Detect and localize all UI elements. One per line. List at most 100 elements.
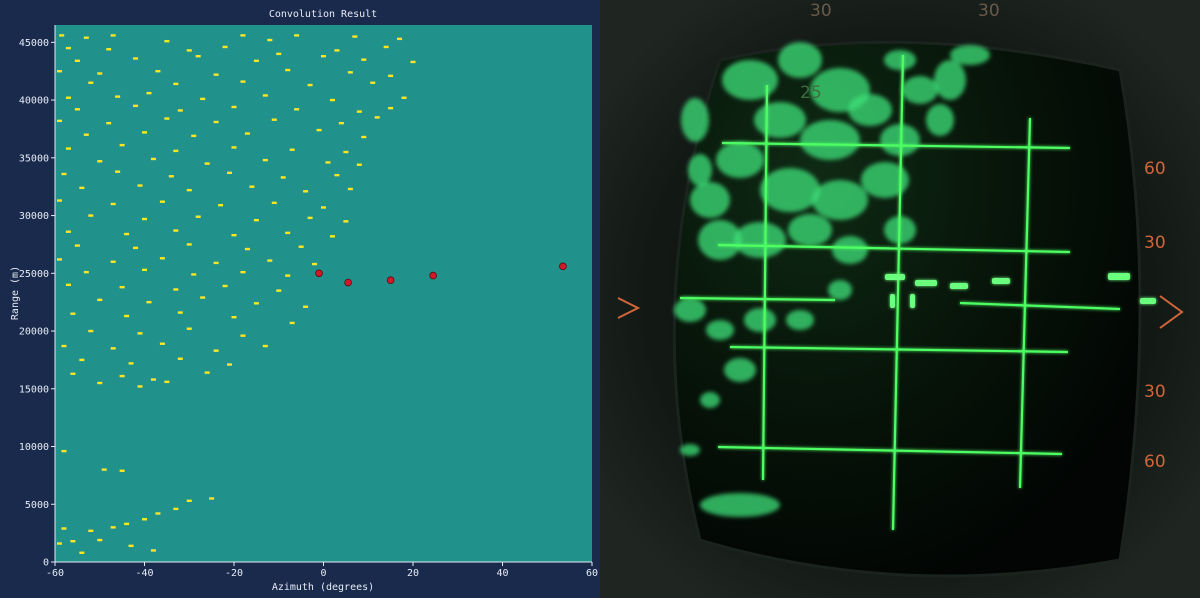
clutter-cell <box>240 80 246 83</box>
clutter-cell <box>213 120 219 124</box>
scope-echo-blob <box>674 298 706 322</box>
clutter-cell <box>388 74 394 78</box>
clutter-cell <box>334 49 340 52</box>
clutter-cell <box>343 150 349 154</box>
clutter-cell <box>133 57 139 60</box>
clutter-cell <box>137 332 143 335</box>
clutter-cell <box>61 172 67 176</box>
clutter-cell <box>213 261 219 265</box>
clutter-cell <box>276 52 282 56</box>
clutter-cell <box>271 118 277 121</box>
clutter-cell <box>173 82 179 86</box>
clutter-cell <box>325 161 331 164</box>
convolution-chart: Convolution Result -60 -40 -20 0 20 40 60 0 500… <box>10 9 598 593</box>
clutter-cell <box>65 96 71 99</box>
y-ticks: 0 5000 10000 15000 20000 25000 30000 35000 40000… <box>19 38 55 569</box>
clutter-cell <box>56 542 62 545</box>
clutter-cell <box>74 59 80 62</box>
scope-echo-blob <box>926 104 954 136</box>
convolution-chart-panel: Convolution Result -60 -40 -20 0 20 40 60 0 500… <box>0 0 600 598</box>
clutter-cell <box>186 188 192 192</box>
scope-echo-blob <box>688 154 712 186</box>
range-mark-60-lower: 60 <box>1144 452 1166 472</box>
clutter-cell <box>110 202 116 206</box>
clutter-cell <box>159 342 165 345</box>
clutter-cell <box>119 285 125 289</box>
clutter-cell <box>106 121 112 125</box>
clutter-cell <box>88 81 94 84</box>
clutter-cell <box>106 48 112 51</box>
clutter-cell <box>289 148 295 151</box>
clutter-cell <box>61 527 67 530</box>
scope-echo-blob <box>828 280 852 300</box>
clutter-cell <box>222 45 228 49</box>
clutter-cell <box>209 497 215 500</box>
clutter-cell <box>312 262 318 266</box>
clutter-cell <box>307 216 313 220</box>
clutter-cell <box>374 116 380 119</box>
scope-echo-blob <box>786 310 814 330</box>
y-tick-label: 0 <box>43 558 49 569</box>
radar-scope: 60 30 30 60 30 30 25 <box>600 0 1200 598</box>
clutter-cell <box>249 185 255 188</box>
clutter-cell <box>79 358 85 362</box>
clutter-cell <box>321 206 326 209</box>
clutter-cell <box>177 311 183 314</box>
x-tick-label: 20 <box>407 568 419 579</box>
clutter-cell <box>155 69 161 73</box>
clutter-cell <box>356 110 362 113</box>
detection-marker <box>559 262 567 271</box>
x-tick-label: -20 <box>225 568 243 579</box>
clutter-cell <box>97 72 103 75</box>
chart-title: Convolution Result <box>269 9 377 20</box>
clutter-cell <box>204 371 210 374</box>
clutter-cell <box>56 119 62 123</box>
clutter-cell <box>173 149 179 153</box>
clutter-cell <box>173 507 179 511</box>
clutter-cell <box>74 244 80 247</box>
y-tick-label: 40000 <box>19 96 49 107</box>
clutter-cell <box>267 38 273 42</box>
clutter-cell <box>262 158 268 162</box>
clutter-cell <box>334 173 340 177</box>
clutter-cell <box>244 132 250 135</box>
clutter-cell <box>213 349 219 352</box>
clutter-cell <box>240 34 246 37</box>
clutter-cell <box>253 302 259 305</box>
clutter-cell <box>276 289 282 292</box>
scope-label-25: 25 <box>800 83 822 103</box>
clutter-cell <box>253 59 259 62</box>
clutter-cell <box>200 296 206 299</box>
clutter-cell <box>388 106 394 110</box>
range-mark-30-upper: 30 <box>1144 233 1166 253</box>
clutter-cell <box>240 270 246 274</box>
scope-echo-blob <box>744 308 776 332</box>
clutter-cell <box>128 362 134 365</box>
clutter-cell <box>267 259 273 262</box>
clutter-cell <box>164 380 170 384</box>
clutter-cell <box>56 69 62 73</box>
y-tick-label: 45000 <box>19 38 49 49</box>
clutter-cell <box>347 71 353 74</box>
scope-echo-blob <box>778 42 822 78</box>
clutter-cell <box>168 175 174 178</box>
clutter-cell <box>329 235 335 238</box>
clutter-cell <box>186 327 192 330</box>
scope-mark-25: 25 <box>800 83 822 103</box>
clutter-cell <box>191 134 197 138</box>
clutter-cell <box>70 312 76 315</box>
clutter-cell <box>285 274 291 277</box>
clutter-cell <box>307 83 313 87</box>
clutter-cell <box>383 45 389 49</box>
clutter-cell <box>142 217 147 221</box>
clutter-cell <box>231 105 237 109</box>
clutter-cell <box>159 200 165 203</box>
clutter-cell <box>97 381 103 385</box>
clutter-cell <box>128 544 134 548</box>
clutter-cell <box>361 135 367 139</box>
y-tick-label: 25000 <box>19 269 49 280</box>
clutter-cell <box>347 187 353 191</box>
clutter-cell <box>56 258 62 261</box>
clutter-cell <box>164 39 170 43</box>
clutter-cell <box>83 133 89 136</box>
